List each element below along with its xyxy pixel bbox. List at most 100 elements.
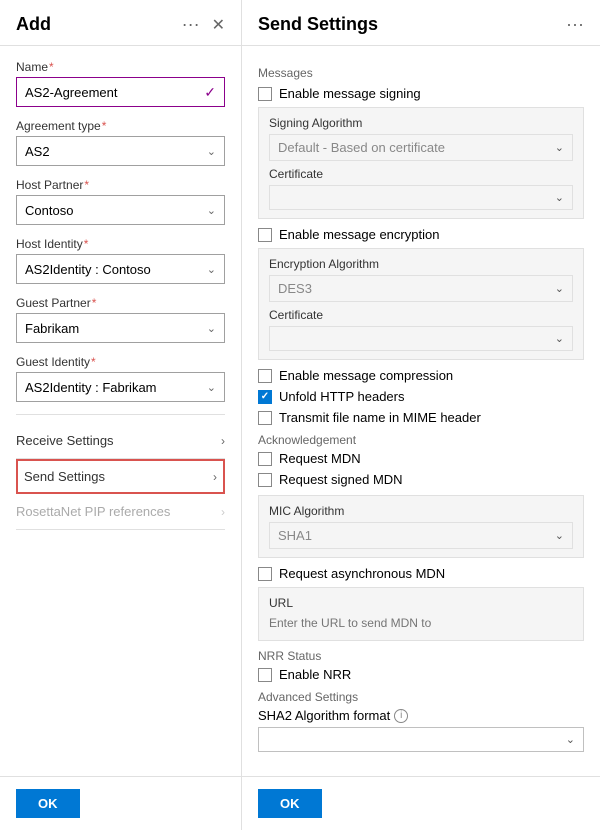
left-panel-header: Add ··· ✕: [0, 0, 241, 46]
messages-section-label: Messages: [258, 66, 584, 80]
encryption-certificate-label: Certificate: [269, 308, 573, 322]
unfold-http-row: Unfold HTTP headers: [258, 389, 584, 404]
url-label: URL: [269, 596, 573, 610]
guest-partner-dropdown[interactable]: Fabrikam ⌄: [16, 313, 225, 343]
left-panel-content: Name* AS2-Agreement ✓ Agreement type* AS…: [0, 46, 241, 776]
enable-nrr-label: Enable NRR: [279, 667, 351, 682]
guest-identity-label: Guest Identity*: [16, 355, 225, 369]
guest-identity-chevron-icon: ⌄: [207, 381, 216, 394]
request-async-mdn-row: Request asynchronous MDN: [258, 566, 584, 581]
host-partner-dropdown[interactable]: Contoso ⌄: [16, 195, 225, 225]
sha2-algorithm-row: SHA2 Algorithm format i: [258, 708, 584, 723]
enable-signing-checkbox[interactable]: [258, 87, 272, 101]
host-partner-chevron-icon: ⌄: [207, 204, 216, 217]
acknowledgement-section: Acknowledgement Request MDN Request sign…: [258, 433, 584, 487]
nrr-status-label: NRR Status: [258, 649, 584, 663]
agreement-type-chevron-icon: ⌄: [207, 145, 216, 158]
host-identity-dropdown[interactable]: AS2Identity : Contoso ⌄: [16, 254, 225, 284]
agreement-type-field-group: Agreement type* AS2 ⌄: [16, 119, 225, 166]
host-partner-label: Host Partner*: [16, 178, 225, 192]
right-panel-more-button[interactable]: ···: [566, 14, 584, 35]
right-panel-title: Send Settings: [258, 14, 566, 35]
guest-partner-chevron-icon: ⌄: [207, 322, 216, 335]
nrr-status-section: NRR Status Enable NRR: [258, 649, 584, 682]
guest-identity-dropdown[interactable]: AS2Identity : Fabrikam ⌄: [16, 372, 225, 402]
signing-cert-chevron-icon: ⌄: [555, 191, 564, 204]
name-input[interactable]: AS2-Agreement ✓: [16, 77, 225, 107]
transmit-file-checkbox[interactable]: [258, 411, 272, 425]
sha2-algorithm-dropdown[interactable]: ⌄: [258, 727, 584, 752]
host-identity-chevron-icon: ⌄: [207, 263, 216, 276]
sha2-info-icon[interactable]: i: [394, 709, 408, 723]
guest-partner-field-group: Guest Partner* Fabrikam ⌄: [16, 296, 225, 343]
request-async-mdn-label: Request asynchronous MDN: [279, 566, 445, 581]
agreement-type-label: Agreement type*: [16, 119, 225, 133]
receive-settings-chevron-icon: ›: [221, 434, 225, 448]
enable-compression-row: Enable message compression: [258, 368, 584, 383]
enable-encryption-label: Enable message encryption: [279, 227, 439, 242]
unfold-http-label: Unfold HTTP headers: [279, 389, 405, 404]
sha2-algorithm-label: SHA2 Algorithm format: [258, 708, 390, 723]
enable-signing-row: Enable message signing: [258, 86, 584, 101]
enable-signing-label: Enable message signing: [279, 86, 421, 101]
encryption-cert-chevron-icon: ⌄: [555, 332, 564, 345]
right-ok-button[interactable]: OK: [258, 789, 322, 818]
transmit-file-label: Transmit file name in MIME header: [279, 410, 481, 425]
send-settings-chevron-icon: ›: [213, 470, 217, 484]
acknowledgement-label: Acknowledgement: [258, 433, 584, 447]
left-ok-button[interactable]: OK: [16, 789, 80, 818]
signing-certificate-label: Certificate: [269, 167, 573, 181]
left-panel-footer: OK: [0, 776, 241, 830]
left-panel-close-button[interactable]: ✕: [212, 15, 225, 35]
request-signed-mdn-checkbox[interactable]: [258, 473, 272, 487]
rosetta-net-chevron-icon: ›: [221, 505, 225, 519]
signing-algorithm-label: Signing Algorithm: [269, 116, 573, 130]
host-identity-field-group: Host Identity* AS2Identity : Contoso ⌄: [16, 237, 225, 284]
encryption-algorithm-chevron-icon: ⌄: [555, 282, 564, 295]
advanced-settings-label: Advanced Settings: [258, 690, 584, 704]
enable-compression-checkbox[interactable]: [258, 369, 272, 383]
url-section: URL: [258, 587, 584, 641]
guest-partner-label: Guest Partner*: [16, 296, 225, 310]
signing-algorithm-dropdown[interactable]: Default - Based on certificate ⌄: [269, 134, 573, 161]
encryption-algorithm-label: Encryption Algorithm: [269, 257, 573, 271]
enable-compression-label: Enable message compression: [279, 368, 453, 383]
encryption-algorithm-dropdown[interactable]: DES3 ⌄: [269, 275, 573, 302]
signing-algorithm-section: Signing Algorithm Default - Based on cer…: [258, 107, 584, 219]
name-check-icon: ✓: [204, 84, 216, 101]
host-identity-label: Host Identity*: [16, 237, 225, 251]
left-panel-more-button[interactable]: ···: [182, 14, 200, 35]
enable-nrr-checkbox[interactable]: [258, 668, 272, 682]
send-settings-nav-item[interactable]: Send Settings ›: [16, 459, 225, 494]
name-label: Name*: [16, 60, 225, 74]
request-signed-mdn-label: Request signed MDN: [279, 472, 403, 487]
name-field-group: Name* AS2-Agreement ✓: [16, 60, 225, 107]
transmit-file-row: Transmit file name in MIME header: [258, 410, 584, 425]
mic-algorithm-label: MIC Algorithm: [269, 504, 573, 518]
request-async-mdn-checkbox[interactable]: [258, 567, 272, 581]
encryption-certificate-dropdown[interactable]: ⌄: [269, 326, 573, 351]
receive-settings-nav-item[interactable]: Receive Settings ›: [16, 423, 225, 459]
unfold-http-checkbox[interactable]: [258, 390, 272, 404]
encryption-algorithm-section: Encryption Algorithm DES3 ⌄ Certificate …: [258, 248, 584, 360]
right-panel: Send Settings ··· Messages Enable messag…: [242, 0, 600, 830]
left-panel-title: Add: [16, 14, 174, 35]
mic-algorithm-section: MIC Algorithm SHA1 ⌄: [258, 495, 584, 558]
request-signed-mdn-row: Request signed MDN: [258, 472, 584, 487]
signing-algorithm-chevron-icon: ⌄: [555, 141, 564, 154]
enable-encryption-checkbox[interactable]: [258, 228, 272, 242]
guest-identity-field-group: Guest Identity* AS2Identity : Fabrikam ⌄: [16, 355, 225, 402]
url-input[interactable]: [269, 614, 573, 632]
signing-certificate-dropdown[interactable]: ⌄: [269, 185, 573, 210]
request-mdn-row: Request MDN: [258, 451, 584, 466]
right-panel-content: Messages Enable message signing Signing …: [242, 46, 600, 776]
agreement-type-dropdown[interactable]: AS2 ⌄: [16, 136, 225, 166]
right-panel-header: Send Settings ···: [242, 0, 600, 46]
rosetta-net-nav-item[interactable]: RosettaNet PIP references ›: [16, 494, 225, 530]
right-panel-footer: OK: [242, 776, 600, 830]
mic-algorithm-dropdown[interactable]: SHA1 ⌄: [269, 522, 573, 549]
request-mdn-label: Request MDN: [279, 451, 361, 466]
enable-encryption-row: Enable message encryption: [258, 227, 584, 242]
request-mdn-checkbox[interactable]: [258, 452, 272, 466]
left-panel: Add ··· ✕ Name* AS2-Agreement ✓ Agreemen…: [0, 0, 242, 830]
